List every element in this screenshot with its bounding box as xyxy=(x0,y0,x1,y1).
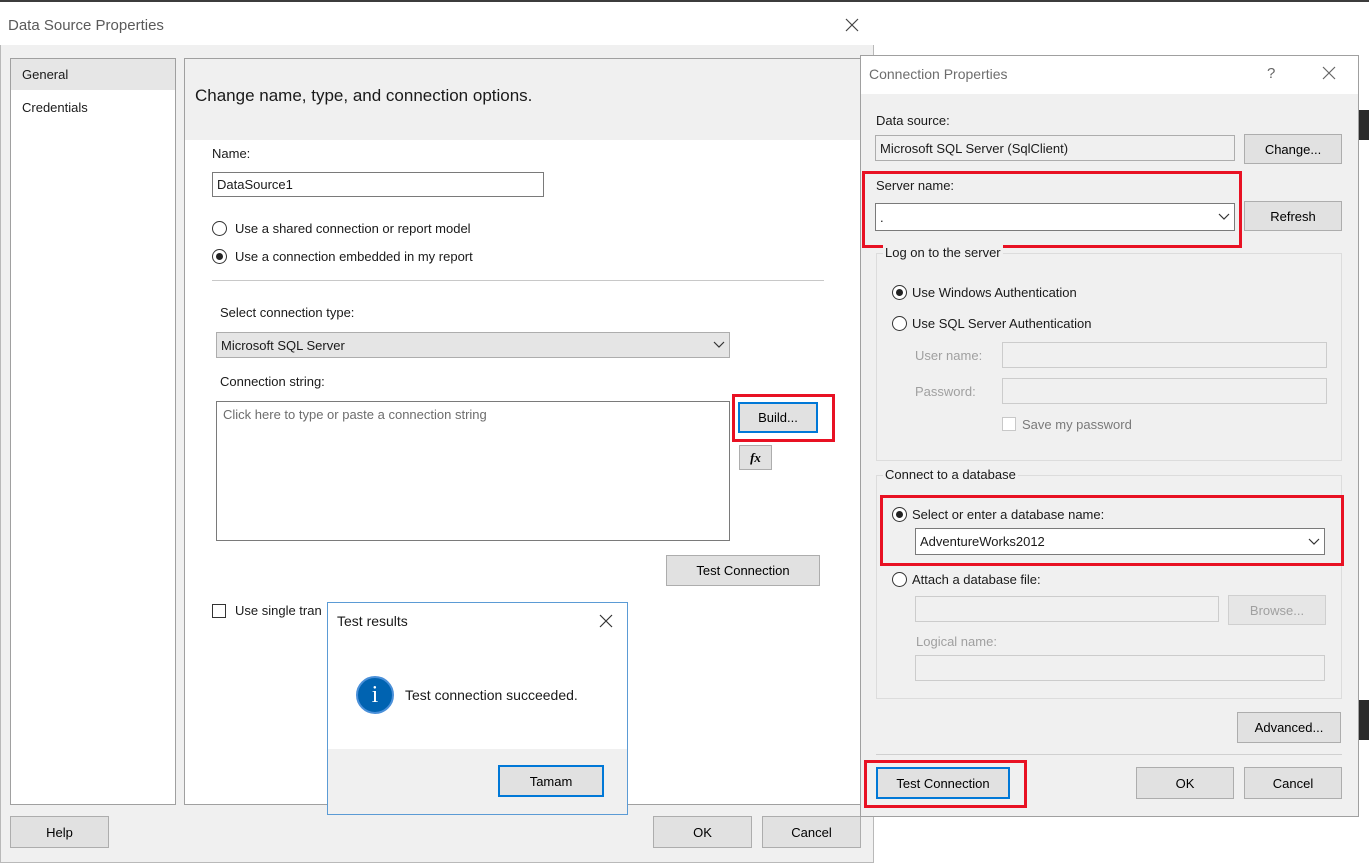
connection-type-value: Microsoft SQL Server xyxy=(221,337,345,353)
radio-embedded-connection[interactable] xyxy=(212,249,227,264)
password-label: Password: xyxy=(915,384,976,399)
data-source-label: Data source: xyxy=(876,113,950,128)
chevron-down-icon[interactable] xyxy=(1218,213,1230,221)
radio-shared-connection[interactable] xyxy=(212,221,227,236)
change-button[interactable]: Change... xyxy=(1244,134,1342,164)
advanced-button[interactable]: Advanced... xyxy=(1237,712,1341,743)
cp-test-connection-button[interactable]: Test Connection xyxy=(876,767,1010,799)
data-source-field: Microsoft SQL Server (SqlClient) xyxy=(875,135,1235,161)
radio-select-db[interactable] xyxy=(892,507,907,522)
help-question-icon[interactable]: ? xyxy=(1267,65,1275,82)
save-password-label: Save my password xyxy=(1022,417,1132,432)
fx-button[interactable]: fx xyxy=(739,445,772,470)
save-password-checkbox xyxy=(1002,417,1016,431)
sidebar-item-credentials[interactable]: Credentials xyxy=(22,100,88,115)
attach-db-input xyxy=(915,596,1219,622)
cancel-button[interactable]: Cancel xyxy=(762,816,861,848)
connection-string-input[interactable]: Click here to type or paste a connection… xyxy=(216,401,730,541)
cp-cancel-button[interactable]: Cancel xyxy=(1244,767,1342,799)
name-label: Name: xyxy=(212,146,251,161)
refresh-button[interactable]: Refresh xyxy=(1244,201,1342,231)
sidebar-item-general-label: General xyxy=(22,67,69,82)
tamam-button[interactable]: Tamam xyxy=(498,765,604,797)
footer-divider xyxy=(876,754,1342,755)
name-input[interactable]: DataSource1 xyxy=(212,172,544,197)
close-icon[interactable] xyxy=(1321,65,1337,81)
fx-icon: fx xyxy=(750,449,761,465)
connection-type-select[interactable]: Microsoft SQL Server xyxy=(216,332,730,358)
radio-shared-label: Use a shared connection or report model xyxy=(235,221,471,236)
logon-group-title: Log on to the server xyxy=(883,245,1003,260)
database-name-input[interactable]: AdventureWorks2012 xyxy=(915,528,1325,555)
single-transaction-checkbox[interactable] xyxy=(212,604,226,618)
test-connection-button[interactable]: Test Connection xyxy=(666,555,820,586)
build-button[interactable]: Build... xyxy=(738,402,818,433)
info-icon: i xyxy=(356,676,394,714)
connection-string-placeholder: Click here to type or paste a connection… xyxy=(223,407,487,422)
help-button[interactable]: Help xyxy=(10,816,109,848)
cp-ok-button[interactable]: OK xyxy=(1136,767,1234,799)
data-source-title: Data Source Properties xyxy=(8,17,164,34)
radio-attach-db[interactable] xyxy=(892,572,907,587)
attach-db-label: Attach a database file: xyxy=(912,572,1041,587)
logical-name-label: Logical name: xyxy=(916,634,997,649)
ok-button[interactable]: OK xyxy=(653,816,752,848)
sql-auth-label: Use SQL Server Authentication xyxy=(912,316,1092,331)
connect-db-group-title: Connect to a database xyxy=(883,467,1018,482)
radio-windows-auth[interactable] xyxy=(892,285,907,300)
radio-embedded-label: Use a connection embedded in my report xyxy=(235,249,473,264)
chevron-down-icon[interactable] xyxy=(1308,538,1320,546)
close-icon[interactable] xyxy=(598,613,614,629)
sidebar xyxy=(10,58,176,805)
password-input xyxy=(1002,378,1327,404)
browse-button: Browse... xyxy=(1228,595,1326,625)
connection-string-label: Connection string: xyxy=(220,374,325,389)
windows-auth-label: Use Windows Authentication xyxy=(912,285,1077,300)
username-input xyxy=(1002,342,1327,368)
server-name-label: Server name: xyxy=(876,178,955,193)
background-titlebar-strip xyxy=(0,0,1369,2)
connection-properties-title: Connection Properties xyxy=(869,66,1008,82)
logical-name-input xyxy=(915,655,1325,681)
single-transaction-label: Use single tran xyxy=(235,603,322,618)
test-results-title: Test results xyxy=(337,613,408,629)
divider xyxy=(212,280,824,281)
connection-type-label: Select connection type: xyxy=(220,305,355,320)
background-dark-strip xyxy=(1358,110,1369,140)
page-header: Change name, type, and connection option… xyxy=(195,86,533,105)
background-dark-strip-2 xyxy=(1358,700,1369,740)
test-results-message: Test connection succeeded. xyxy=(405,687,578,703)
close-icon[interactable] xyxy=(844,17,860,33)
select-db-label: Select or enter a database name: xyxy=(912,507,1105,522)
radio-sql-auth[interactable] xyxy=(892,316,907,331)
username-label: User name: xyxy=(915,348,983,363)
chevron-down-icon xyxy=(713,341,725,348)
server-name-input[interactable]: . xyxy=(875,203,1235,231)
